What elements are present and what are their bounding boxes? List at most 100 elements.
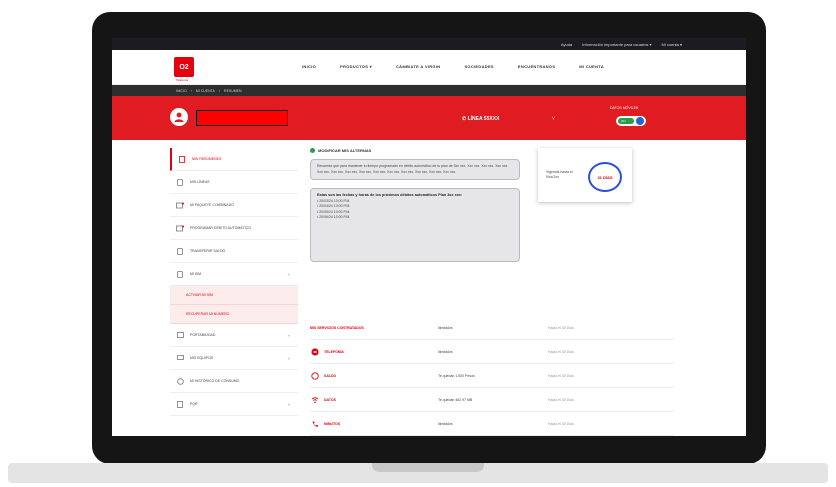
phone-icon — [310, 347, 319, 356]
nav-link-productos[interactable]: PRODUCTOS ▾ — [340, 64, 372, 69]
validity-card: Vigencia hasta el 5/xx/2xx 31 DÍAS — [538, 148, 632, 202]
support-icon — [176, 400, 184, 408]
line-selector[interactable]: ✆ LÍNEA 55XXX — [462, 116, 499, 122]
breadcrumb-inicio[interactable]: INICIO — [176, 89, 187, 93]
redacted-user-name — [196, 110, 288, 126]
sidebar-item-portabilidad[interactable]: PORTABILIDAD ˅ — [170, 324, 298, 347]
sidebar-item-equipos[interactable]: MIS EQUIPOS ˅ — [170, 347, 298, 370]
service-name: TELEFONÍA — [324, 349, 344, 354]
toggle-state: ON — [621, 119, 626, 123]
chevron-down-icon: ˅ — [287, 332, 290, 338]
breadcrumb-resumen: RESUMEN — [224, 88, 242, 93]
auto-debit-title-text: MODIFICAR MIS ALTERNAS — [318, 148, 372, 153]
breadcrumb-sep: › — [190, 88, 192, 93]
sidebar-item-label: MI HISTÓRICO DE CONSUMO — [190, 379, 240, 383]
account-link[interactable]: Mi cuenta ▾ — [662, 42, 682, 47]
laptop-notch — [372, 463, 484, 472]
services-table: MIS SERVICIOS CONTRATADOS Ilimitados Has… — [310, 316, 674, 436]
mobile-data-toggle[interactable]: ON — [616, 116, 646, 126]
sidebar-item-pqr[interactable]: PQR ˅ — [170, 393, 298, 416]
services-header-value: Ilimitados — [438, 325, 453, 330]
sidebar-item-label: PORTABILIDAD — [190, 333, 216, 337]
sim-card-icon — [176, 270, 184, 278]
service-value: Te quedan 1.500 Pesos — [438, 373, 475, 378]
service-note: Hasta el 30 Días — [548, 373, 574, 378]
validity-days-badge: 31 DÍAS — [588, 162, 622, 192]
sidebar-item-debito[interactable]: PROGRAMAR DÉBITO AUTOMÁTICO — [170, 217, 298, 240]
sidebar-item-lineas[interactable]: MIS LÍNEAS — [170, 171, 298, 194]
sidebar-item-historico[interactable]: MI HISTÓRICO DE CONSUMO — [170, 370, 298, 393]
transfer-icon — [176, 247, 184, 255]
info-link[interactable]: Información importante para usuarios ▾ — [582, 42, 651, 47]
call-icon — [310, 419, 319, 428]
breadcrumb-sep: › — [218, 88, 221, 93]
validity-label: Vigencia hasta el 5/xx/2xx — [546, 170, 573, 179]
sidebar: MIS RESÚMENES MIS LÍNEAS MI PAQUETE COMB… — [170, 148, 298, 416]
sidebar-subitem-label: RECUPERAR MI NÚMERO — [186, 312, 230, 316]
chevron-down-icon: ˅ — [287, 401, 290, 407]
services-header: MIS SERVICIOS CONTRATADOS — [310, 325, 364, 330]
nav-link-mi-cuenta[interactable]: MI CUENTA — [579, 64, 604, 69]
chevron-down-icon: ˅ — [287, 355, 290, 361]
sidebar-item-transferir[interactable]: TRANSFERIR SALDO — [170, 240, 298, 263]
package-icon — [176, 201, 184, 209]
table-row[interactable]: TELEFONÍA Ilimitados Hasta el 30 Días — [310, 340, 674, 364]
sidebar-item-mi-sim[interactable]: MI SIM ˅ — [170, 263, 298, 286]
wifi-icon — [310, 395, 319, 404]
sidebar-subitem-activar-sim[interactable]: ACTIVAR MI SIM — [170, 286, 298, 305]
sidebar-item-label: MIS LÍNEAS — [190, 180, 210, 184]
nav-link-cambiate[interactable]: CÁMBIATE A VIRGIN — [396, 64, 441, 69]
nav-link-inicio[interactable]: INICIO — [302, 64, 316, 69]
brand-logo[interactable]: O2 — [174, 57, 194, 77]
service-name: DATOS — [324, 397, 336, 402]
device-icon — [176, 354, 184, 362]
help-link[interactable]: Ayuda — [561, 42, 572, 47]
sidebar-subitem-recuperar[interactable]: RECUPERAR MI NÚMERO — [170, 305, 298, 324]
debit-date-item: • 20/06/24 10:00 P.M. — [317, 215, 351, 219]
chevron-down-icon: ˅ — [287, 271, 290, 277]
user-avatar-icon — [170, 108, 188, 126]
nav-link-encuentranos[interactable]: ENCUÉNTRANOS — [518, 64, 555, 69]
service-name: MINUTOS — [324, 421, 341, 426]
screen: Ayuda Información importante para usuari… — [112, 38, 746, 436]
service-value: Ilimitados — [438, 421, 453, 426]
chevron-down-icon[interactable]: ˅ — [552, 116, 555, 122]
auto-debit-dates-box: Estas son las fechas y horas de los próx… — [310, 188, 520, 262]
auto-debit-description: Recuerda que para mantener tu tiempo pro… — [317, 164, 509, 174]
sidebar-item-label: TRANSFERIR SALDO — [190, 249, 226, 253]
sidebar-item-paquete[interactable]: MI PAQUETE COMBINADO — [170, 194, 298, 217]
account-header: ✆ LÍNEA 55XXX ˅ DATOS MÓVILES ON — [112, 96, 746, 140]
money-icon — [310, 371, 319, 380]
status-dot-icon — [310, 148, 315, 153]
calendar-icon — [176, 224, 184, 232]
sidebar-item-resumenes[interactable]: MIS RESÚMENES — [170, 148, 298, 171]
breadcrumb: INICIO › MI CUENTA › RESUMEN — [112, 85, 746, 96]
nav-link-sociedades[interactable]: SOCIEDADES — [464, 64, 493, 69]
top-bar: Ayuda Información importante para usuari… — [112, 38, 746, 50]
sidebar-item-label: MIS EQUIPOS — [190, 356, 214, 360]
service-note: Hasta el 30 Días — [548, 349, 574, 354]
history-icon — [176, 377, 184, 385]
mobile-data-label: DATOS MÓVILES — [610, 106, 639, 110]
logo-subtitle: Telefonía — [176, 78, 189, 82]
service-name: SALDO — [324, 373, 337, 378]
sidebar-subitem-label: ACTIVAR MI SIM — [186, 293, 213, 297]
table-row[interactable]: SALDO Te quedan 1.500 Pesos Hasta el 30 … — [310, 364, 674, 388]
service-note: Hasta el 30 Días — [548, 397, 574, 402]
auto-debit-dates-title: Estas son las fechas y horas de los próx… — [317, 193, 463, 197]
sidebar-item-label: MI SIM — [190, 272, 202, 276]
table-row[interactable]: MINUTOS Ilimitados Hasta el 30 Días — [310, 412, 674, 436]
table-row[interactable]: DATOS Te quedan 462.97 MB Hasta el 30 Dí… — [310, 388, 674, 412]
sidebar-item-label: PQR — [190, 402, 198, 406]
services-header-note: Hasta el 30 Días — [548, 325, 574, 330]
document-icon — [178, 155, 186, 163]
toggle-knob — [636, 117, 644, 125]
main-nav: O2 Telefonía INICIO PRODUCTOS ▾ CÁMBIATE… — [112, 50, 746, 85]
breadcrumb-mi-cuenta[interactable]: MI CUENTA — [196, 89, 215, 93]
sidebar-item-label: MIS RESÚMENES — [192, 157, 222, 161]
sidebar-item-label: PROGRAMAR DÉBITO AUTOMÁTICO — [190, 226, 251, 230]
sidebar-item-label: MI PAQUETE COMBINADO — [190, 203, 234, 207]
sim-icon — [176, 178, 184, 186]
service-note: Hasta el 30 Días — [548, 421, 574, 426]
portability-icon — [176, 331, 184, 339]
